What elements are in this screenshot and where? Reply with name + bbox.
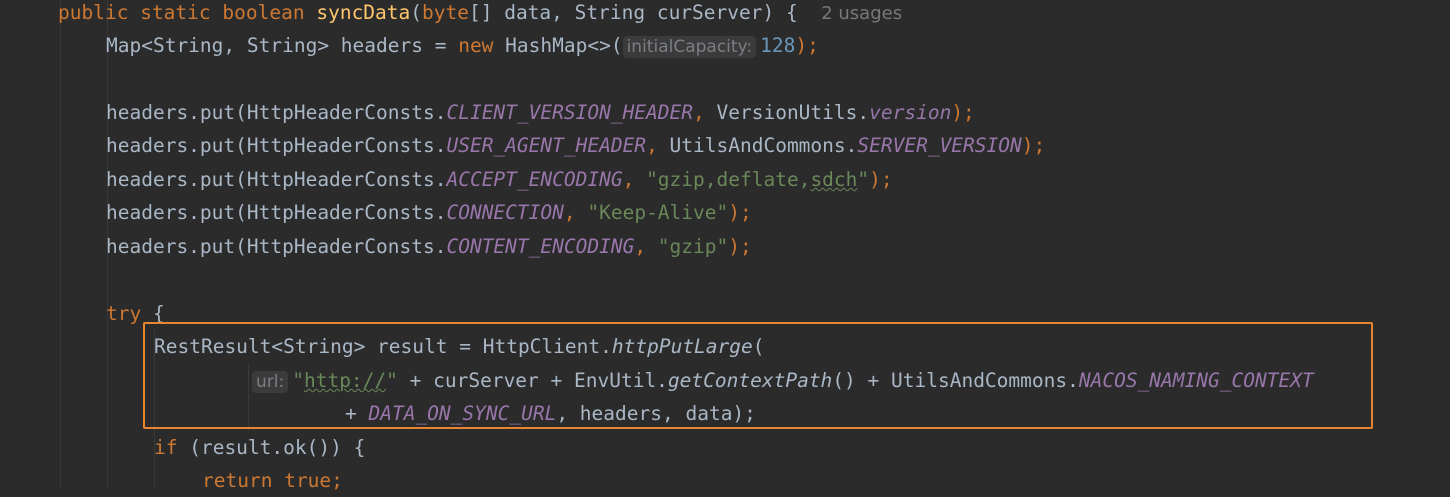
code-text: ); (728, 235, 752, 258)
code-text: ); (1021, 134, 1046, 157)
static-field: SERVER_VERSION (857, 134, 1022, 157)
code-text: ); (795, 34, 819, 57)
static-field: USER_AGENT_HEADER (446, 134, 647, 157)
string-literal: "gzip" (657, 235, 729, 258)
code-line-put-client-version[interactable]: headers.put(HttpHeaderConsts.CLIENT_VERS… (106, 96, 975, 129)
method-params: [] data, String curServer) { (468, 1, 798, 24)
static-field: CONTENT_ENCODING (446, 235, 635, 258)
keyword-true: true (284, 469, 332, 492)
code-text: UtilsAndCommons. (669, 134, 858, 157)
code-text: ; (331, 469, 343, 492)
static-field: ACCEPT_ENCODING (446, 168, 623, 191)
code-line-put-content-encoding[interactable]: headers.put(HttpHeaderConsts.CONTENT_ENC… (106, 230, 752, 263)
keyword-boolean: boolean (222, 1, 305, 24)
code-text: Map<String, String> headers = (106, 34, 459, 57)
indent-guide (60, 0, 61, 486)
keyword-return: return (202, 469, 273, 492)
keyword-byte: byte (422, 1, 469, 24)
code-line-headers-decl[interactable]: Map<String, String> headers = new HashMa… (106, 29, 819, 62)
string-literal: "Keep-Alive" (587, 201, 729, 224)
code-text: headers.put(HttpHeaderConsts. (106, 101, 447, 124)
code-text: ); (951, 101, 975, 124)
keyword-if: if (154, 436, 178, 459)
param-hint-initial-capacity: initialCapacity: (622, 36, 757, 58)
keyword-public: public (58, 1, 129, 24)
comma: , (622, 168, 647, 191)
code-text: headers.put(HttpHeaderConsts. (106, 235, 447, 258)
comma: , (693, 101, 717, 124)
code-text: headers.put(HttpHeaderConsts. (106, 134, 447, 157)
comma: , (646, 134, 670, 157)
usages-hint[interactable]: 2 usages (821, 3, 902, 24)
static-field: version (869, 101, 952, 124)
code-line-put-accept-encoding[interactable]: headers.put(HttpHeaderConsts.ACCEPT_ENCO… (106, 163, 893, 196)
comma: , (563, 201, 588, 224)
code-line-return-true[interactable]: return true; (202, 464, 343, 497)
code-editor[interactable]: public static boolean syncData(byte[] da… (0, 0, 1450, 492)
code-text: headers.put(HttpHeaderConsts. (106, 168, 447, 191)
code-text: VersionUtils. (716, 101, 870, 124)
string-literal-typo: sdch (810, 168, 858, 191)
string-literal: " (857, 168, 870, 191)
comma: , (634, 235, 658, 258)
static-field: CLIENT_VERSION_HEADER (446, 101, 694, 124)
number-literal: 128 (760, 34, 796, 57)
highlight-annotation-box (143, 322, 1373, 429)
code-line-if-ok[interactable]: if (result.ok()) { (154, 431, 365, 464)
keyword-try: try (106, 302, 142, 325)
code-text: (result.ok()) { (177, 436, 366, 459)
code-line-method-signature[interactable]: public static boolean syncData(byte[] da… (58, 0, 902, 29)
code-line-put-connection[interactable]: headers.put(HttpHeaderConsts.CONNECTION,… (106, 196, 752, 229)
keyword-new: new (458, 34, 494, 57)
code-line-put-user-agent[interactable]: headers.put(HttpHeaderConsts.USER_AGENT_… (106, 129, 1045, 162)
code-text: ); (869, 168, 893, 191)
code-text: headers.put(HttpHeaderConsts. (106, 201, 447, 224)
open-paren: ( (410, 1, 423, 24)
keyword-static: static (140, 1, 211, 24)
static-field: CONNECTION (446, 201, 564, 224)
code-text: ); (728, 201, 752, 224)
string-literal: "gzip,deflate, (646, 168, 811, 191)
method-name: syncData (316, 1, 411, 24)
code-text: HashMap<>( (493, 34, 623, 57)
